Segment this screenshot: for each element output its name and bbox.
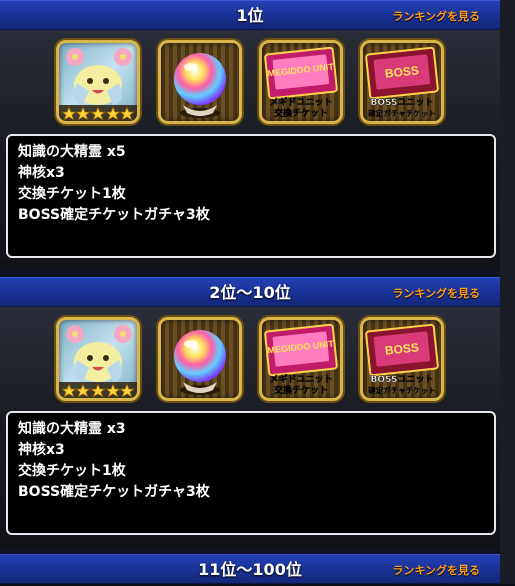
megiddo-unit-ticket-icon[interactable]: MEGIDDO UNIT メギドユニット 交換チケット (259, 317, 343, 401)
boss-unit-ticket-icon[interactable]: BOSS BOSSユニット 確定ガチャチケット (360, 317, 444, 401)
svg-text:確定ガチャチケット: 確定ガチャチケット (367, 385, 435, 395)
reward-line: 交換チケット1枚 (18, 463, 126, 479)
view-ranking-link[interactable]: ランキングを見る (392, 555, 480, 585)
megiddo-unit-ticket-icon[interactable]: MEGIDDO UNIT メギドユニット 交換チケット (259, 40, 343, 124)
reward-line: 知識の大精霊 x3 (18, 421, 126, 437)
reward-line: 知識の大精霊 x5 (18, 144, 126, 160)
rank-header-1: 1位 ランキングを見る (0, 0, 500, 30)
reward-description: 知識の大精霊 x3 神核x3 交換チケット1枚 BOSS確定チケットガチャ3枚 (6, 411, 496, 535)
view-ranking-link[interactable]: ランキングを見る (392, 278, 480, 308)
rainbow-orb-icon[interactable] (158, 317, 242, 401)
svg-text:メギドユニット: メギドユニット (269, 373, 332, 385)
reward-line: 神核x3 (18, 165, 65, 181)
svg-text:BOSSユニット: BOSSユニット (370, 374, 433, 385)
reward-area-1: MEGIDDO UNIT メギドユニット 交換チケット BOSS BOSSユニッ… (0, 30, 500, 270)
svg-text:確定ガチャチケット: 確定ガチャチケット (367, 108, 435, 118)
reward-line: BOSS確定チケットガチャ3枚 (18, 484, 210, 500)
svg-text:メギドユニット: メギドユニット (269, 96, 332, 108)
rainbow-orb-icon[interactable] (158, 40, 242, 124)
reward-line: BOSS確定チケットガチャ3枚 (18, 207, 210, 223)
reward-area-2: MEGIDDO UNIT メギドユニット 交換チケット BOSS BOSSユニッ… (0, 307, 500, 547)
spirit-character-icon[interactable] (56, 40, 140, 124)
spirit-character-icon[interactable] (56, 317, 140, 401)
svg-text:交換チケット: 交換チケット (274, 384, 328, 396)
boss-unit-ticket-icon[interactable]: BOSS BOSSユニット 確定ガチャチケット (360, 40, 444, 124)
ranking-rewards-panel: 1位 ランキングを見る MEGIDDO UNIT メギドユニット 交換チケット … (0, 0, 500, 584)
reward-line: 交換チケット1枚 (18, 186, 126, 202)
svg-text:交換チケット: 交換チケット (274, 107, 328, 119)
rank-header-3: 11位〜100位 ランキングを見る (0, 554, 500, 584)
adjacent-panel-edge (500, 0, 515, 584)
reward-description: 知識の大精霊 x5 神核x3 交換チケット1枚 BOSS確定チケットガチャ3枚 (6, 134, 496, 258)
svg-text:BOSSユニット: BOSSユニット (370, 97, 433, 108)
reward-line: 神核x3 (18, 442, 65, 458)
view-ranking-link[interactable]: ランキングを見る (392, 1, 480, 31)
rank-header-2: 2位〜10位 ランキングを見る (0, 277, 500, 307)
